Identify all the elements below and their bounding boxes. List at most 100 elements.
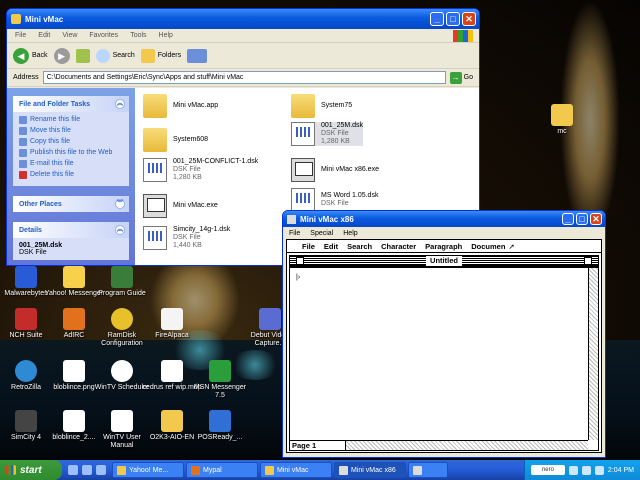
clock[interactable]: 2:04 PM xyxy=(608,467,634,474)
desktop-icon-msn[interactable]: MSN Messenger 7.5 xyxy=(190,360,250,400)
mac-menu-edit[interactable]: Edit xyxy=(324,242,338,251)
file-item[interactable]: 001_25M-CONFLICT-1.dsk DSK File 1,280 KB xyxy=(143,158,258,182)
mac-screen[interactable]: File Edit Search Character Paragraph Doc… xyxy=(286,239,602,453)
taskbar-item-minivmac-x86[interactable]: Mini vMac x86 xyxy=(334,462,406,478)
folder-icon xyxy=(291,94,315,118)
menu-help[interactable]: Help xyxy=(159,32,173,39)
mac-menu-character[interactable]: Character xyxy=(381,242,416,251)
start-button[interactable]: start xyxy=(0,460,62,480)
task-move[interactable]: Move this file xyxy=(19,127,123,135)
close-button[interactable]: ✕ xyxy=(462,12,476,26)
file-item[interactable]: Mini vMac x86.exe xyxy=(291,158,379,182)
tray-icon[interactable] xyxy=(568,465,578,475)
quick-launch-icon[interactable] xyxy=(82,465,92,475)
mac-menu-file[interactable]: File xyxy=(302,242,315,251)
installer-icon xyxy=(209,410,231,432)
panel-header[interactable]: Details ︽ xyxy=(13,222,129,238)
task-rename[interactable]: Rename this file xyxy=(19,116,123,124)
move-icon xyxy=(19,127,27,135)
taskbar-item-minivmac-folder[interactable]: Mini vMac xyxy=(260,462,332,478)
msn-messenger-icon xyxy=(209,360,231,382)
search-button[interactable]: Search xyxy=(95,48,135,63)
explorer-menubar: File Edit View Favorites Tools Help xyxy=(7,29,479,43)
menu-special[interactable]: Special xyxy=(310,230,333,237)
details-filename: 001_25M.dsk xyxy=(19,242,63,249)
minimize-button[interactable]: _ xyxy=(430,12,444,26)
collapse-icon[interactable]: ︽ xyxy=(115,99,125,109)
address-field[interactable]: C:\Documents and Settings\Eric\Sync\Apps… xyxy=(42,71,446,84)
folders-button[interactable]: Folders xyxy=(140,48,181,63)
disk-image-icon xyxy=(291,122,315,146)
task-copy[interactable]: Copy this file xyxy=(19,138,123,146)
taskbar-item-mypal[interactable]: Mypal xyxy=(186,462,258,478)
quick-launch-icon[interactable] xyxy=(68,465,78,475)
file-item[interactable]: System608 xyxy=(143,128,208,152)
desktop-icon-mc[interactable]: mc xyxy=(532,104,592,136)
maximize-button[interactable]: □ xyxy=(446,12,460,26)
taskbar-item-app[interactable] xyxy=(408,462,448,478)
task-delete[interactable]: Delete this file xyxy=(19,171,123,179)
forward-button[interactable]: ▶ xyxy=(53,47,70,64)
menu-help[interactable]: Help xyxy=(343,230,357,237)
file-item[interactable]: MS Word 1.05.dsk DSK File xyxy=(291,188,378,212)
quick-launch-icon[interactable] xyxy=(96,465,106,475)
document-title-bar[interactable]: Untitled xyxy=(290,256,598,266)
horizontal-scrollbar[interactable]: Page 1 xyxy=(290,440,588,450)
ruler xyxy=(290,266,598,268)
file-item-selected[interactable]: 001_25M.dsk DSK File 1,280 KB xyxy=(291,122,364,146)
minivmac-title-bar[interactable]: Mini vMac x86 _ □ ✕ xyxy=(283,211,605,227)
email-icon xyxy=(19,160,27,168)
nch-suite-icon xyxy=(15,308,37,330)
go-arrow-icon: → xyxy=(449,71,462,84)
file-item[interactable]: Mini vMac.app xyxy=(143,94,218,118)
document-window[interactable]: Untitled |› Page 1 xyxy=(289,255,599,451)
menu-favorites[interactable]: Favorites xyxy=(89,32,118,39)
up-folder-icon[interactable] xyxy=(75,48,90,63)
mac-menu-search[interactable]: Search xyxy=(347,242,372,251)
tray-icon[interactable] xyxy=(581,465,591,475)
clock-icon xyxy=(111,360,133,382)
mac-menu-paragraph[interactable]: Paragraph xyxy=(425,242,462,251)
desktop-icon-firealpaca[interactable]: FireAlpaca xyxy=(142,308,202,340)
disk-image-icon xyxy=(143,158,167,182)
go-button[interactable]: → Go xyxy=(449,71,473,84)
desktop-icon-program-guide[interactable]: Program Guide xyxy=(92,266,152,298)
minimize-button[interactable]: _ xyxy=(562,213,574,225)
file-item[interactable]: System75 xyxy=(291,94,352,118)
menu-file[interactable]: File xyxy=(15,32,26,39)
folder-icon xyxy=(143,94,167,118)
zoom-box[interactable] xyxy=(584,257,592,265)
volume-icon[interactable] xyxy=(594,465,604,475)
explorer-title-bar[interactable]: Mini vMac _ □ ✕ xyxy=(7,9,479,29)
nero-tray-icon[interactable]: nero xyxy=(530,465,565,475)
panel-header[interactable]: File and Folder Tasks ︽ xyxy=(13,96,129,112)
back-button[interactable]: ◀ Back xyxy=(13,47,48,64)
menu-edit[interactable]: Edit xyxy=(38,32,50,39)
close-box[interactable] xyxy=(296,257,304,265)
file-item[interactable]: Simcity_14g-1.dsk DSK File 1,440 KB xyxy=(143,226,230,250)
panel-header[interactable]: Other Places ︾ xyxy=(13,196,129,212)
menu-file[interactable]: File xyxy=(289,230,300,237)
collapse-icon[interactable]: ︽ xyxy=(115,225,125,235)
details-filetype: DSK File xyxy=(19,249,47,256)
task-email[interactable]: E-mail this file xyxy=(19,160,123,168)
delete-icon xyxy=(19,171,27,179)
copy-icon xyxy=(19,138,27,146)
views-icon[interactable] xyxy=(187,48,208,63)
application-icon xyxy=(291,158,315,182)
close-button[interactable]: ✕ xyxy=(590,213,602,225)
menu-view[interactable]: View xyxy=(62,32,77,39)
minivmac-menubar: File Special Help xyxy=(283,227,605,239)
file-item[interactable]: Mini vMac.exe xyxy=(143,194,218,218)
expand-icon[interactable]: ︾ xyxy=(115,199,125,209)
desktop-icon-posready[interactable]: POSReady_... xyxy=(190,410,250,442)
taskbar-item-yahoo[interactable]: Yahoo! Me... xyxy=(112,462,184,478)
vertical-scrollbar[interactable] xyxy=(588,268,598,440)
minivmac-window[interactable]: Mini vMac x86 _ □ ✕ File Special Help Fi… xyxy=(282,210,606,458)
disk-image-icon xyxy=(291,188,315,212)
maximize-button[interactable]: □ xyxy=(576,213,588,225)
mac-menu-document[interactable]: Documen xyxy=(471,242,505,251)
task-publish[interactable]: Publish this file to the Web xyxy=(19,149,123,157)
menu-tools[interactable]: Tools xyxy=(130,32,146,39)
scroll-track[interactable] xyxy=(346,441,588,450)
